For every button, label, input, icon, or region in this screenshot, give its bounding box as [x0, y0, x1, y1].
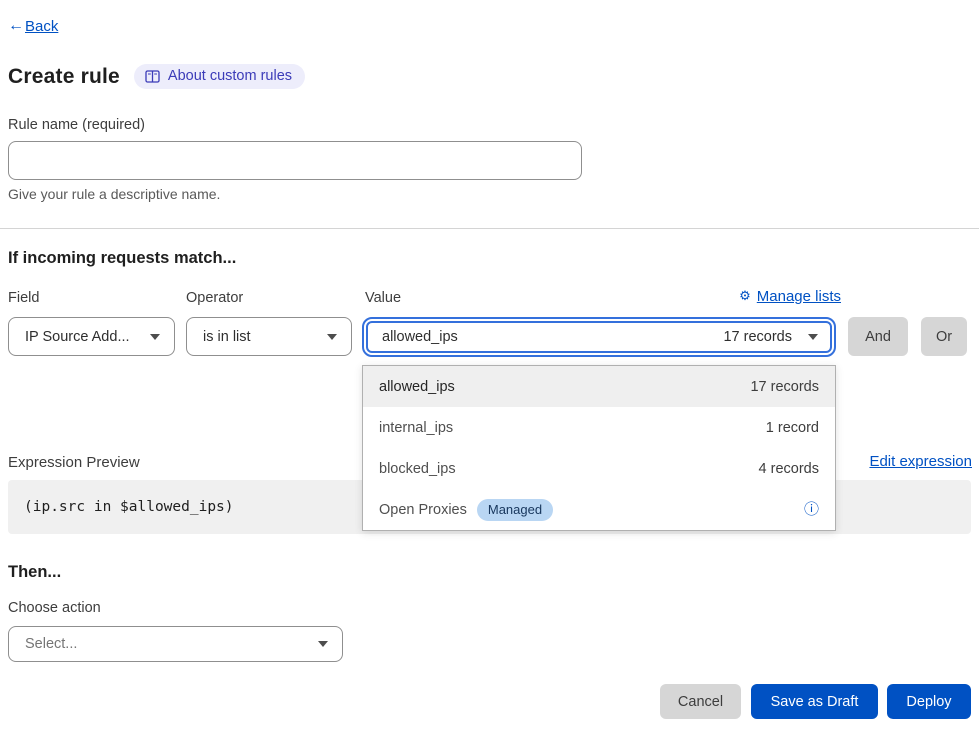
- edit-expression-label: Edit expression: [869, 453, 972, 470]
- rule-name-helper: Give your rule a descriptive name.: [8, 186, 220, 202]
- back-label: Back: [25, 18, 58, 35]
- edit-expression-link[interactable]: Edit expression: [869, 453, 972, 470]
- value-select[interactable]: allowed_ips 17 records: [366, 321, 832, 353]
- list-record-count: 1 record: [766, 420, 819, 436]
- list-name: allowed_ips: [379, 379, 455, 395]
- operator-label: Operator: [186, 290, 243, 306]
- about-custom-rules-label: About custom rules: [168, 68, 292, 84]
- dropdown-item-blocked-ips[interactable]: blocked_ips 4 records: [363, 448, 835, 489]
- match-section-heading: If incoming requests match...: [8, 249, 236, 268]
- then-section-heading: Then...: [8, 563, 61, 582]
- expression-preview-label: Expression Preview: [8, 454, 140, 471]
- deploy-button[interactable]: Deploy: [887, 684, 971, 719]
- page-title: Create rule: [8, 65, 120, 89]
- value-label: Value: [365, 290, 401, 306]
- create-rule-page: ←Back Create rule About custom rules Rul…: [0, 0, 979, 739]
- field-label: Field: [8, 290, 39, 306]
- section-divider: [0, 228, 979, 229]
- save-as-draft-button[interactable]: Save as Draft: [751, 684, 878, 719]
- about-custom-rules-link[interactable]: About custom rules: [134, 64, 305, 89]
- operator-select[interactable]: is in list: [186, 317, 352, 356]
- title-row: Create rule About custom rules: [8, 64, 305, 89]
- list-record-count: 17 records: [750, 379, 819, 395]
- list-name: Open Proxies: [379, 502, 467, 518]
- choose-action-label: Choose action: [8, 600, 101, 616]
- rule-name-input[interactable]: [8, 141, 582, 180]
- chevron-down-icon: [318, 641, 328, 647]
- dropdown-item-allowed-ips[interactable]: allowed_ips 17 records: [363, 366, 835, 407]
- chevron-down-icon: [150, 334, 160, 340]
- manage-lists-label: Manage lists: [757, 288, 841, 305]
- dropdown-item-open-proxies[interactable]: Open Proxies Managed ⓘ: [363, 489, 835, 530]
- list-name: internal_ips: [379, 420, 453, 436]
- managed-badge: Managed: [477, 499, 553, 521]
- manage-lists-link[interactable]: ⚙ Manage lists: [739, 288, 841, 305]
- operator-select-value: is in list: [203, 329, 251, 345]
- info-icon[interactable]: ⓘ: [804, 502, 819, 517]
- chevron-down-icon: [327, 334, 337, 340]
- action-select-placeholder: Select...: [25, 636, 77, 652]
- value-select-meta: 17 records: [723, 329, 792, 345]
- and-button[interactable]: And: [848, 317, 908, 356]
- rule-name-label: Rule name (required): [8, 117, 145, 133]
- value-select-name: allowed_ips: [382, 329, 723, 345]
- chevron-down-icon: [808, 334, 818, 340]
- list-name: blocked_ips: [379, 461, 456, 477]
- action-select[interactable]: Select...: [8, 626, 343, 662]
- back-arrow-icon: ←: [8, 17, 24, 35]
- field-select[interactable]: IP Source Add...: [8, 317, 175, 356]
- book-icon: [145, 70, 160, 83]
- list-record-count: 4 records: [759, 461, 819, 477]
- gear-icon: ⚙: [739, 289, 751, 304]
- back-link[interactable]: ←Back: [8, 17, 58, 35]
- or-button[interactable]: Or: [921, 317, 967, 356]
- dropdown-item-internal-ips[interactable]: internal_ips 1 record: [363, 407, 835, 448]
- cancel-button[interactable]: Cancel: [660, 684, 741, 719]
- field-select-value: IP Source Add...: [25, 329, 130, 345]
- value-dropdown-panel: allowed_ips 17 records internal_ips 1 re…: [362, 365, 836, 531]
- expression-code: (ip.src in $allowed_ips): [24, 499, 234, 515]
